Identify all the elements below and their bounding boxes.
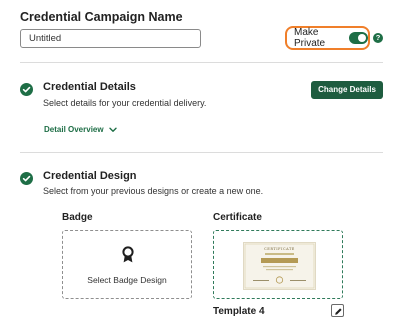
toggle-knob [358,34,366,42]
chevron-down-icon [108,127,117,132]
select-badge-design-card[interactable]: Select Badge Design [62,230,192,299]
make-private-control[interactable]: Make Private [285,26,370,50]
check-circle-icon [20,83,33,96]
check-circle-icon [20,172,33,185]
template-name: Template 4 [213,306,265,317]
credential-details-description: Select details for your credential deliv… [43,98,207,108]
certificate-decoration [244,243,315,289]
credential-details-title: Credential Details [43,81,136,93]
award-icon [122,246,134,263]
badge-label: Badge [62,212,93,223]
make-private-label: Make Private [294,27,326,49]
pencil-icon [335,308,342,315]
credential-design-description: Select from your previous designs or cre… [43,186,264,196]
select-badge-design-label: Select Badge Design [87,275,167,285]
certificate-template-card[interactable]: CERTIFICATE [213,230,343,299]
help-icon[interactable]: ? [373,33,383,43]
credential-design-title: Credential Design [43,170,137,182]
detail-overview-link[interactable]: Detail Overview [44,125,117,134]
certificate-label: Certificate [213,212,262,223]
campaign-name-title: Credential Campaign Name [20,10,183,24]
edit-template-button[interactable] [331,304,344,317]
detail-overview-label: Detail Overview [44,125,104,134]
campaign-name-input[interactable] [20,29,201,48]
divider [20,152,383,153]
divider [20,62,383,63]
certificate-thumbnail: CERTIFICATE [243,242,316,290]
change-details-button[interactable]: Change Details [311,81,383,99]
make-private-toggle[interactable] [349,32,368,44]
